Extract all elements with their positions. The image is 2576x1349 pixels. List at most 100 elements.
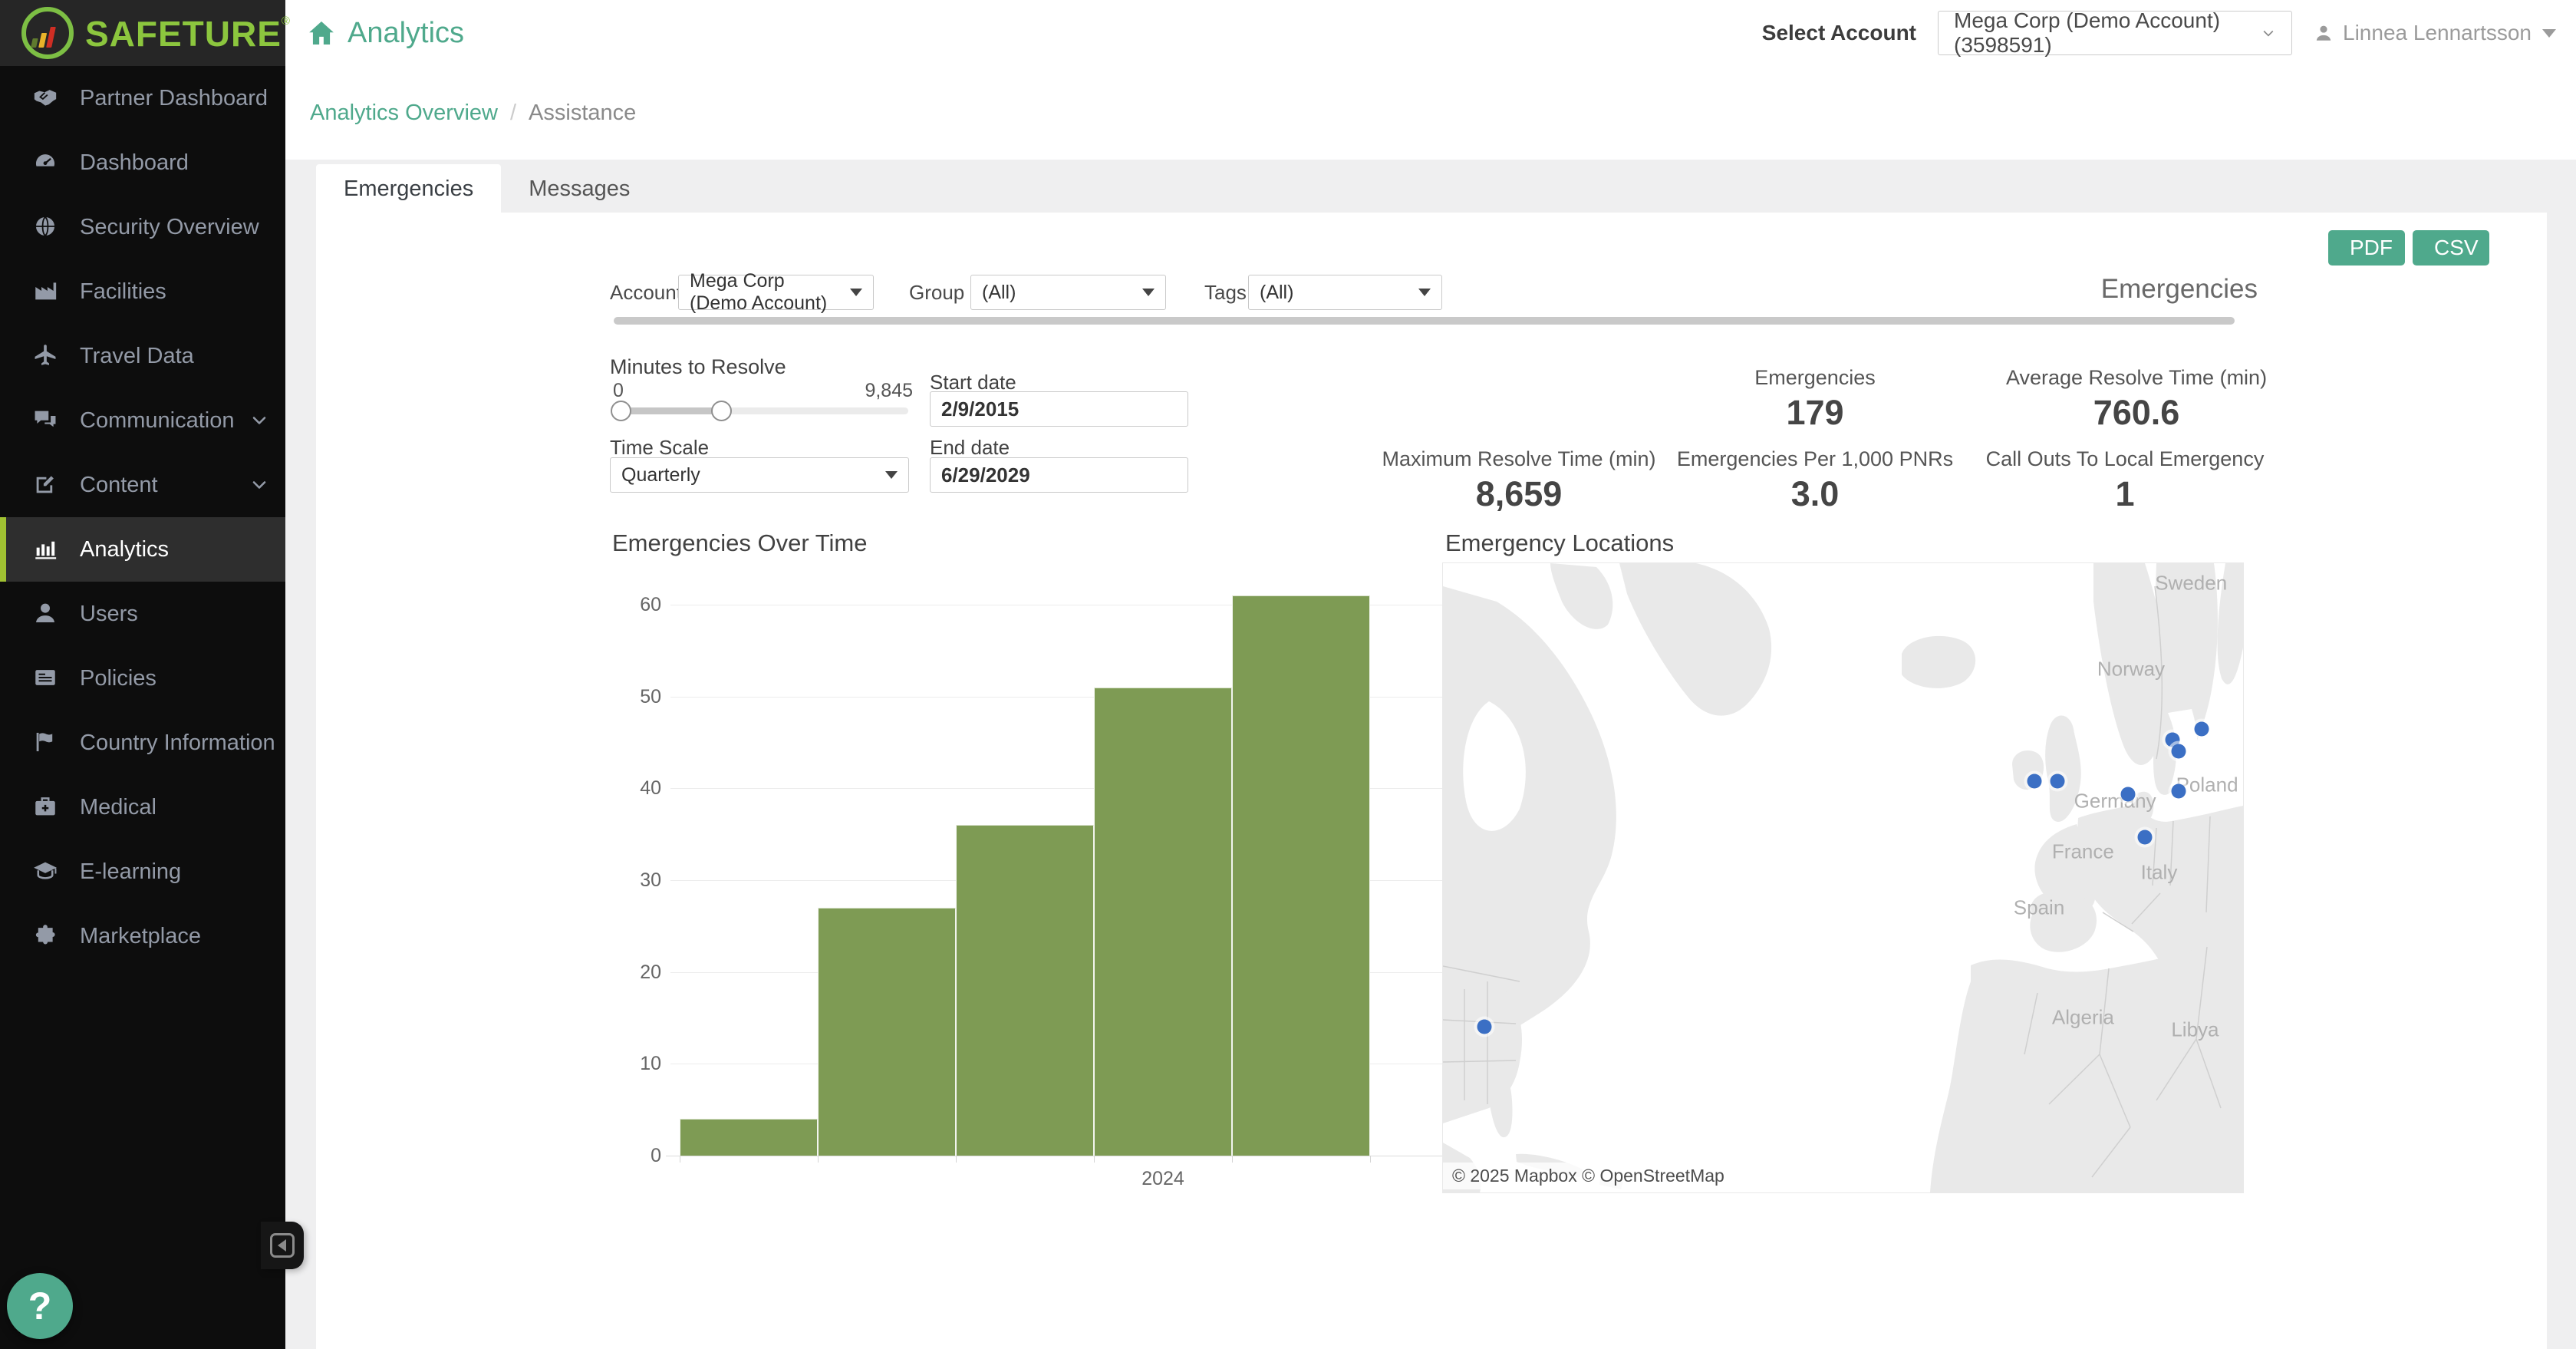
slider-min-value: 0 <box>613 380 624 402</box>
time-scale-select[interactable]: Quarterly <box>610 457 909 493</box>
sidebar-item-label: Security Overview <box>80 215 259 240</box>
sidebar-collapse-button[interactable] <box>261 1222 304 1269</box>
edit-icon <box>32 471 60 499</box>
page-title: Analytics <box>307 0 464 66</box>
minutes-to-resolve-label: Minutes to Resolve <box>610 355 786 379</box>
sidebar-item-travel-data[interactable]: Travel Data <box>0 324 285 388</box>
chart-bar[interactable] <box>818 908 956 1156</box>
sidebar-menu: Partner DashboardDashboard Security Overv… <box>0 66 285 1349</box>
map-country-label: Spain <box>2014 896 2065 920</box>
sidebar-item-content[interactable]: Content <box>0 453 285 517</box>
map-country-label: Italy <box>2141 861 2178 885</box>
home-icon <box>307 18 336 48</box>
sidebar-item-country-information[interactable]: Country Information <box>0 711 285 775</box>
tab-messages[interactable]: Messages <box>501 164 657 213</box>
sidebar-item-label: Travel Data <box>80 344 194 369</box>
emergency-location-dot[interactable] <box>1477 1019 1492 1034</box>
comments-icon <box>32 407 60 434</box>
slider-fill <box>621 407 721 414</box>
account-filter-label: Account <box>610 275 682 310</box>
account-filter-select[interactable]: Mega Corp (Demo Account) <box>678 275 874 310</box>
map-country-label: Germany <box>2074 789 2156 813</box>
medkit-icon <box>32 793 60 821</box>
sidebar-item-security-overview[interactable]: Security Overview <box>0 195 285 259</box>
sidebar-item-label: E-learning <box>80 859 181 885</box>
sidebar-item-partner-dashboard[interactable]: Partner Dashboard <box>0 66 285 130</box>
csv-download-button[interactable]: CSV <box>2413 230 2489 266</box>
top-bar: SAFETURE® Analytics Select Account Mega … <box>0 0 2576 66</box>
stat-average-resolve-time: Average Resolve Time (min) 760.6 <box>1945 366 2328 433</box>
sidebar-item-label: Communication <box>80 408 234 434</box>
safeture-logo-icon <box>21 7 74 59</box>
emergency-location-dot[interactable] <box>2171 744 2186 759</box>
start-date-input[interactable] <box>930 391 1188 427</box>
y-axis-tick: 20 <box>606 960 661 985</box>
breadcrumb: Analytics Overview / Assistance <box>285 66 2576 160</box>
handshake-icon <box>32 84 60 112</box>
user-icon <box>32 600 60 628</box>
emergency-location-dot[interactable] <box>2194 721 2209 736</box>
breadcrumb-link-analytics-overview[interactable]: Analytics Overview <box>310 101 498 126</box>
pdf-download-button[interactable]: PDF <box>2328 230 2405 266</box>
time-scale-label: Time Scale <box>610 436 709 460</box>
graduation-cap-icon <box>32 858 60 886</box>
emergency-location-dot[interactable] <box>2137 830 2152 844</box>
chevron-down-icon <box>2261 24 2276 42</box>
account-switcher-select[interactable]: Mega Corp (Demo Account) (3598591) <box>1938 11 2292 55</box>
slider-handle-max[interactable] <box>711 401 732 421</box>
tab-emergencies[interactable]: Emergencies <box>316 164 501 213</box>
plane-icon <box>32 342 60 370</box>
chart-bar[interactable] <box>1232 595 1370 1156</box>
sidebar-item-label: Analytics <box>80 537 169 562</box>
chevron-down-icon <box>249 474 270 496</box>
chevron-down-icon <box>249 410 270 431</box>
chart-bar[interactable] <box>956 825 1094 1156</box>
y-axis-tick: 50 <box>606 684 661 709</box>
sidebar-item-medical[interactable]: Medical <box>0 775 285 839</box>
puzzle-icon <box>32 922 60 950</box>
minutes-to-resolve-slider[interactable] <box>614 407 908 414</box>
safeture-logo[interactable]: SAFETURE® <box>0 0 285 66</box>
sidebar-item-communication[interactable]: Communication <box>0 388 285 453</box>
sidebar-item-marketplace[interactable]: Marketplace <box>0 904 285 968</box>
logo-text: SAFETURE® <box>85 15 291 51</box>
group-filter-select[interactable]: (All) <box>970 275 1166 310</box>
section-title: Emergencies <box>1927 274 2258 305</box>
caret-down-icon <box>2542 29 2556 38</box>
emergency-locations-map[interactable]: © 2025 Mapbox © OpenStreetMap SwedenNorw… <box>1442 562 2244 1193</box>
chart-bar[interactable] <box>1094 688 1232 1156</box>
sidebar-item-e-learning[interactable]: E-learning <box>0 839 285 904</box>
globe-icon <box>32 213 60 241</box>
sidebar-item-label: Users <box>80 602 138 627</box>
sidebar-item-label: Medical <box>80 795 156 820</box>
help-button[interactable]: ? <box>7 1273 73 1339</box>
slider-handle-min[interactable] <box>611 401 631 421</box>
map-country-label: Sweden <box>2155 572 2227 595</box>
emergencies-tab-panel: PDF CSV Account Mega Corp (Demo Account)… <box>316 213 2547 1349</box>
y-axis-tick: 30 <box>606 868 661 892</box>
end-date-input[interactable] <box>930 457 1188 493</box>
sidebar-item-policies[interactable]: Policies <box>0 646 285 711</box>
tab-bar: Emergencies Messages <box>316 164 657 213</box>
sidebar-item-label: Facilities <box>80 279 166 305</box>
emergency-location-dot[interactable] <box>2051 773 2065 788</box>
tags-filter-select[interactable]: (All) <box>1248 275 1442 310</box>
emergencies-over-time-chart: Emergencies Over Time 01020304050602024 <box>606 529 1461 1205</box>
emergency-location-dot[interactable] <box>2120 787 2135 801</box>
user-menu[interactable]: Linnea Lennartsson <box>2314 21 2556 45</box>
sidebar-item-analytics[interactable]: Analytics <box>0 517 285 582</box>
emergency-location-dot[interactable] <box>2027 773 2041 788</box>
map-country-label: Libya <box>2171 1018 2219 1042</box>
sidebar-item-dashboard[interactable]: Dashboard <box>0 130 285 195</box>
horizontal-scrollbar[interactable] <box>614 317 2235 325</box>
sidebar-item-users[interactable]: Users <box>0 582 285 646</box>
sidebar-item-facilities[interactable]: Facilities <box>0 259 285 324</box>
breadcrumb-separator: / <box>510 101 516 126</box>
y-axis-tick: 60 <box>606 592 661 617</box>
emergency-location-dot[interactable] <box>2171 783 2186 798</box>
factory-icon <box>32 278 60 305</box>
chart-bar[interactable] <box>680 1119 818 1156</box>
chart-canvas: 01020304050602024 <box>606 529 1461 1205</box>
sidebar-item-label: Marketplace <box>80 924 201 949</box>
safeture-analytics-app: SAFETURE® Analytics Select Account Mega … <box>0 0 2576 1349</box>
